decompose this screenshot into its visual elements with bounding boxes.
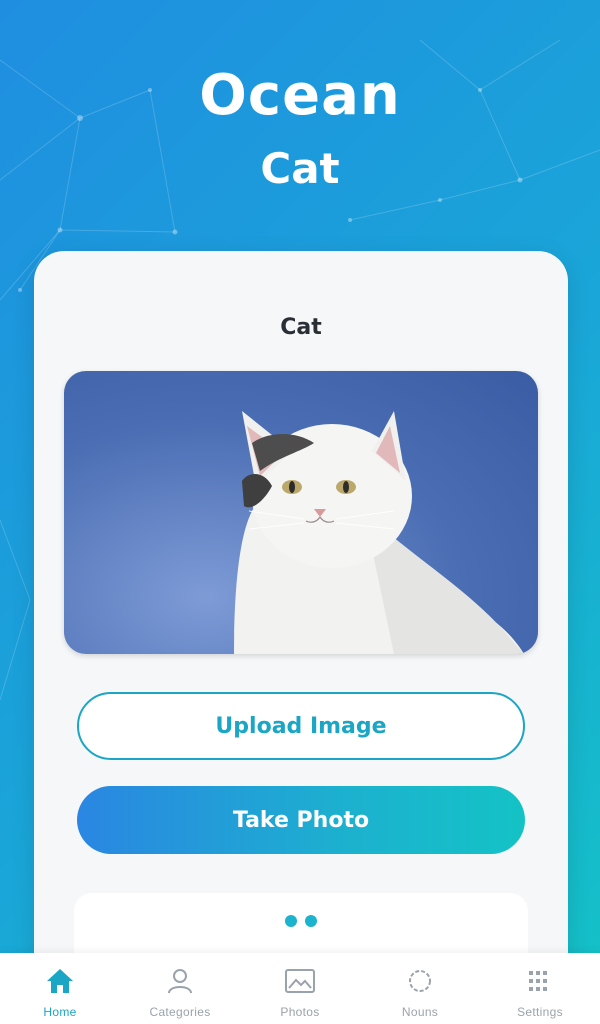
pagination-dots[interactable] — [74, 915, 528, 927]
upload-image-button[interactable]: Upload Image — [77, 692, 525, 760]
home-icon — [44, 965, 76, 997]
nav-label: Photos — [280, 1005, 320, 1019]
nav-item-nouns[interactable]: Nouns — [360, 953, 480, 1024]
nav-label: Nouns — [401, 1005, 439, 1019]
grid-icon — [524, 965, 556, 997]
nav-item-photos[interactable]: Photos — [240, 953, 360, 1024]
pagination-dot[interactable] — [305, 915, 317, 927]
app-subtitle: Cat — [260, 144, 340, 193]
nav-item-home[interactable]: Home — [0, 953, 120, 1024]
user-icon — [164, 965, 196, 997]
nav-label: Categories — [149, 1005, 211, 1019]
nav-label: Settings — [517, 1005, 563, 1019]
app-title: Ocean — [199, 63, 401, 128]
main-card: Cat Upload Image Take Photo — [34, 251, 568, 1013]
nav-label: Home — [43, 1005, 77, 1019]
bottom-navigation: Home Categories Photos Nouns Settings — [0, 953, 600, 1024]
pagination-dot[interactable] — [285, 915, 297, 927]
cat-photo — [64, 371, 538, 654]
take-photo-button[interactable]: Take Photo — [77, 786, 525, 854]
circle-icon — [404, 965, 436, 997]
app-header: Ocean Cat — [0, 62, 600, 194]
nav-item-categories[interactable]: Categories — [120, 953, 240, 1024]
image-icon — [284, 965, 316, 997]
card-title: Cat — [280, 315, 322, 340]
nav-item-settings[interactable]: Settings — [480, 953, 600, 1024]
